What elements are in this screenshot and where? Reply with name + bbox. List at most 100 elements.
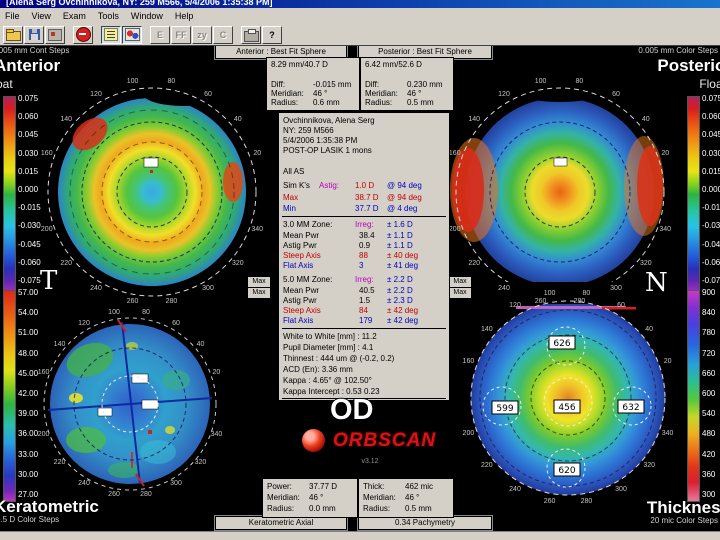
meridian-value: 46 ° — [407, 89, 422, 98]
menu-item-window[interactable]: Window — [126, 10, 170, 22]
patient-name: Ovchinnikova, Alena Serg — [283, 116, 375, 125]
anterior-elevation-scale — [3, 96, 16, 293]
scale-tick-label: 54.00 — [18, 308, 39, 318]
zone-row: Astig Pwr 0.9 ± 1.1 D — [283, 241, 413, 250]
title-bar[interactable]: [Alena Serg Ovchinnikova, NY: 259 M566, … — [0, 0, 720, 8]
meridian-value: 46 ° — [313, 89, 328, 98]
scale-tick-label: -0.030 — [702, 221, 720, 231]
scale-tick-label: 900 — [702, 288, 716, 297]
scale-tick-label: 30.00 — [18, 469, 39, 479]
kerat-marker-box — [131, 373, 149, 384]
anterior-bfs-value: 8.29 mm/40.7 D — [271, 60, 328, 69]
anterior-steps-label: 0.005 mm Cont Steps — [0, 46, 70, 55]
exam-status: POST-OP LASIK 1 mons — [283, 146, 372, 155]
scale-tick-label: 0.000 — [18, 185, 39, 194]
save-button[interactable] — [24, 25, 44, 44]
tool-c-button[interactable]: C — [213, 25, 233, 44]
posterior-elevation-map[interactable] — [440, 72, 680, 312]
simk-label: Sim K's — [283, 181, 310, 190]
scale-tick-label: 39.00 — [18, 409, 39, 419]
help-button[interactable]: ? — [262, 25, 282, 44]
thickness-steps-label: 20 mic Color Steps — [650, 516, 718, 525]
meridian-label: Meridian: — [365, 89, 398, 98]
power-value: 37.77 D — [309, 482, 338, 491]
menu-item-file[interactable]: File — [0, 10, 27, 22]
scale-tick-label: 540 — [702, 409, 716, 419]
radius-value: 0.5 mm — [407, 98, 434, 107]
meridian-label: Meridian: — [271, 89, 304, 98]
stop-icon — [75, 27, 91, 42]
orbscan-logo-text: ORBSCAN — [333, 429, 437, 451]
window-bottom-strip — [0, 531, 720, 540]
menu-item-tools[interactable]: Tools — [93, 10, 126, 22]
scale-tick-label: 0.015 — [18, 166, 39, 176]
zone-header: 5.0 MM Zone: Irreg: ± 2.2 D — [283, 275, 413, 284]
list-icon — [104, 28, 118, 41]
tool-ff-button[interactable]: FF — [171, 25, 191, 44]
scale-tick-label: 51.00 — [18, 328, 39, 338]
open-button[interactable] — [3, 25, 23, 44]
zone-header: 3.0 MM Zone: Irreg: ± 1.6 D — [283, 220, 413, 229]
menu-item-view[interactable]: View — [27, 10, 58, 22]
keratometric-map-header[interactable]: Keratometric Axial — [215, 516, 347, 530]
divider — [282, 328, 446, 329]
tool-zy-button[interactable]: zy — [192, 25, 212, 44]
metric-row: ACD (En): 3.36 mm — [283, 365, 353, 374]
posterior-steps-label: 0.005 mm Color Steps — [638, 46, 718, 55]
posterior-bfs-value: 6.42 mm/52.6 D — [365, 60, 422, 69]
orbscan-window: [Alena Serg Ovchinnikova, NY: 259 M566, … — [0, 0, 720, 540]
zone-row: Astig Pwr 1.5 ± 2.3 D — [283, 296, 413, 305]
tool-ff-icon: FF — [175, 29, 187, 40]
metric-row: Pupil Diameter [mm] : 4.1 — [283, 343, 374, 352]
pachymetry-map-header[interactable]: 0.34 Pachymetry — [358, 516, 492, 530]
scale-tick-label: -0.045 — [702, 239, 720, 249]
print-button[interactable] — [241, 25, 261, 44]
list-button[interactable] — [101, 25, 121, 44]
radius-label: Radius: — [271, 98, 299, 107]
pachymetry-map[interactable]: 626 599 456 632 620 — [452, 282, 686, 502]
scale-tick-label: 57.00 — [18, 288, 39, 297]
anterior-max-marker: Max — [247, 287, 271, 299]
tool-e-button[interactable]: E — [150, 25, 170, 44]
scale-tick-label: 0.045 — [18, 130, 39, 140]
anterior-elevation-map[interactable] — [32, 72, 272, 312]
diff-label: Diff: — [365, 80, 380, 89]
scale-tick-label: 0.075 — [702, 94, 720, 103]
thickness-cursor-box: Thick: 462 mic Meridian: 46 ° Radius: 0.5 m… — [358, 478, 454, 518]
anterior-title: Anterior — [0, 56, 61, 75]
map-center-marker — [143, 157, 159, 168]
scale-tick-label: 48.00 — [18, 348, 39, 358]
keratometric-map[interactable] — [28, 302, 232, 506]
export-button[interactable] — [45, 25, 65, 44]
diff-label: Diff: — [271, 80, 286, 89]
menu-item-exam[interactable]: Exam — [58, 10, 93, 22]
posterior-max-marker: Max — [448, 287, 472, 299]
print-icon — [243, 28, 259, 42]
scale-tick-label: 840 — [702, 308, 716, 318]
kerat-marker-box — [97, 407, 113, 417]
meridian-value: 46 ° — [405, 493, 420, 502]
scale-tick-label: 0.075 — [18, 94, 39, 103]
thickness-scale — [687, 290, 700, 502]
scale-tick-label: 360 — [702, 469, 716, 479]
export-icon — [48, 28, 62, 41]
anterior-bfs-box: 8.29 mm/40.7 D Diff: -0.015 mm Meridian: 4… — [266, 57, 360, 111]
scale-tick-label: 36.00 — [18, 429, 39, 439]
exam-datetime: 5/4/2006 1:35:38 PM — [283, 136, 358, 145]
zone-row: Mean Pwr 40.5 ± 2.2 D — [283, 286, 413, 295]
scale-tick-label: 780 — [702, 328, 716, 338]
maps-button[interactable] — [122, 25, 142, 44]
scale-tick-label: 0.030 — [18, 148, 39, 158]
stop-button[interactable] — [73, 25, 93, 44]
posterior-elevation-scale — [687, 96, 700, 293]
zone-row: Flat Axis 179 ± 42 deg — [283, 316, 419, 325]
eye-od-label: OD — [330, 394, 374, 426]
toolbar: E FF zy C? — [0, 24, 720, 46]
menu-item-help[interactable]: Help — [170, 10, 201, 22]
scale-tick-label: 0.030 — [702, 148, 720, 158]
radius-value: 0.5 mm — [405, 504, 432, 513]
diff-value: 0.230 mm — [407, 80, 443, 89]
radius-value: 0.0 mm — [309, 504, 336, 513]
scale-tick-label: -0.075 — [18, 276, 41, 285]
pachy-value-bottom: 620 — [558, 466, 575, 476]
